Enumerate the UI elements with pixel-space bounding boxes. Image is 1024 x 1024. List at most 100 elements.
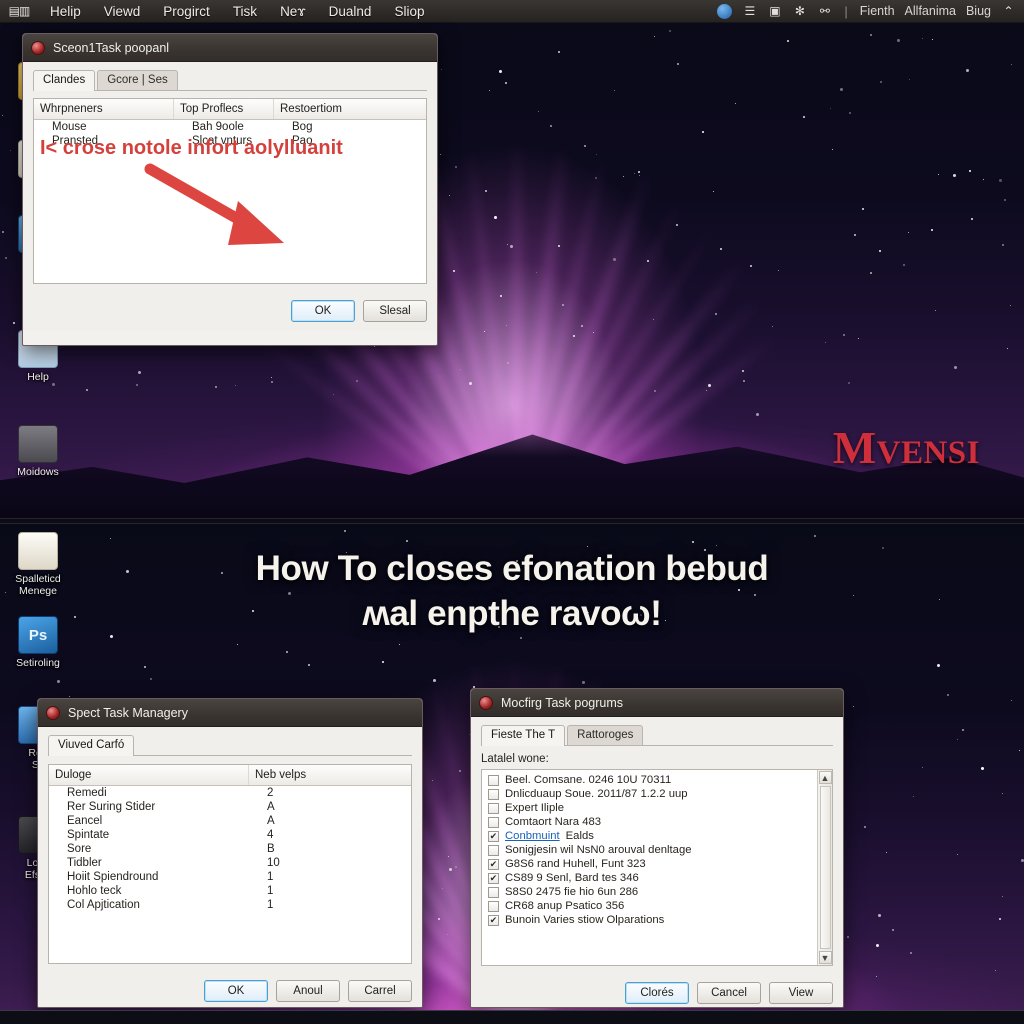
dialog2-titlebar[interactable]: Spect Task Managery [38,699,422,727]
dialog3-titlebar[interactable]: Mocfirg Task pogrums [471,689,843,717]
dialog3-listbox[interactable]: Beel. Comsane. 0246 10U 70311 Dnlicduaup … [481,769,833,966]
tray-text-3[interactable]: Biug [966,4,991,18]
dialog2-button-2[interactable]: Carrel [348,980,412,1002]
list-item[interactable]: Dnlicduaup Soue. 2011/87 1.2.2 uup [482,787,817,801]
list-item-label-10: Bunoin Varies stiow Olparations [505,914,664,926]
checkbox-7[interactable]: ✔ [488,873,499,884]
top-screenshot-panel: ▤▥ Helip Viewd Progirct Tisk Neɤ Dualnd Sliop … [0,0,1024,518]
dialog1-col-1: Top Proflecs [174,99,274,119]
asterisk-icon[interactable]: ✻ [792,4,807,19]
dialog3-list-items[interactable]: Beel. Comsane. 0246 10U 70311 Dnlicduaup … [482,770,817,965]
desktop-icon-label-4: Moidows [2,466,74,478]
menu-item-5[interactable]: Dualnd [329,4,372,19]
list-item[interactable]: Sonigjesin wil NsN0 arouval denltage [482,843,817,857]
checkbox-6[interactable]: ✔ [488,859,499,870]
dialog2-tabs[interactable]: Viuved Carfó [48,735,412,756]
scroll-up-icon[interactable]: ▲ [819,771,832,784]
star [432,780,433,781]
dialog3-tab-1[interactable]: Rattoroges [567,725,643,745]
dialog3-tab-0[interactable]: Fieste The T [481,725,565,746]
dialog1-tab-1[interactable]: Gcore | Ses [97,70,178,90]
box-icon[interactable]: ▣ [767,4,782,19]
dialog3-button-1[interactable]: Cancel [697,982,761,1004]
network-icon[interactable]: ⚯ [817,4,832,19]
dialog2-row-5[interactable]: Tidbler 10 [49,856,411,870]
desktop-icon-4[interactable]: Moidows [2,425,74,478]
chevron-up-icon[interactable]: ⌃ [1001,4,1016,19]
top-menu-bar[interactable]: ▤▥ Helip Viewd Progirct Tisk Neɤ Dualnd Sliop … [0,0,1024,23]
dialog2-button-bar[interactable]: OK Anoul Carrel [38,972,422,1008]
scrollbar-thumb[interactable] [820,786,831,949]
menu-item-2[interactable]: Progirct [163,4,210,19]
dialog2-button-1[interactable]: Anoul [276,980,340,1002]
dialog1-button-bar[interactable]: OK Slesal [23,292,437,331]
dialog2-row-0[interactable]: Remedi 2 [49,786,411,800]
dialog2-row-4[interactable]: Sore B [49,842,411,856]
checkbox-5[interactable] [488,845,499,856]
list-item[interactable]: Expert Iliple [482,801,817,815]
dialog1-tab-0[interactable]: Clandes [33,70,95,91]
dialog-session-task-program[interactable]: Sceon1Task poopanl Clandes Gcore | Ses Wh… [22,33,438,346]
dialog2-tab-0[interactable]: Viuved Carfó [48,735,134,756]
dialog2-row-name-1: Rer Suring Stider [49,800,249,814]
checkbox-4[interactable]: ✔ [488,831,499,842]
star [459,770,461,772]
list-item[interactable]: S8S0 2475 fie hio 6un 286 [482,885,817,899]
checkbox-8[interactable] [488,887,499,898]
dialog2-row-name-4: Sore [49,842,249,856]
checkbox-0[interactable] [488,775,499,786]
menu-item-1[interactable]: Viewd [104,4,141,19]
list-item[interactable]: ✔ Bunoin Varies stiow Olparations [482,913,817,927]
system-logo-icon[interactable]: ▤▥ [4,4,34,18]
dialog-spect-task-managery[interactable]: Spect Task Managery Viuved Carfó Duloge … [37,698,423,1008]
desktop-icon-glyph-4 [18,425,58,463]
dialog2-row-name-5: Tidbler [49,856,249,870]
star [356,380,358,382]
list-icon[interactable]: ☰ [742,4,757,19]
checkbox-9[interactable] [488,901,499,912]
dialog2-row-3[interactable]: Spintate 4 [49,828,411,842]
menu-items[interactable]: Helip Viewd Progirct Tisk Neɤ Dualnd Sliop [50,4,424,19]
dialog2-row-2[interactable]: Eancel A [49,814,411,828]
list-item[interactable]: ✔ CS89 9 Senl, Bard tes 346 [482,871,817,885]
dialog3-scrollbar[interactable]: ▲ ▼ [817,770,832,965]
tray-text-2[interactable]: Allfanima [905,4,956,18]
checkbox-2[interactable] [488,803,499,814]
list-item[interactable]: Comtaort Nara 483 [482,815,817,829]
dialog1-tabs[interactable]: Clandes Gcore | Ses [33,70,427,91]
dialog3-button-2[interactable]: View [769,982,833,1004]
dialog1-button-0[interactable]: OK [291,300,355,322]
menu-item-3[interactable]: Tisk [233,4,257,19]
list-item[interactable]: ✔ Conbmuint Ealds [482,829,817,843]
dialog1-row-0[interactable]: Mouse Bah 9oole Bog [34,120,426,134]
list-item[interactable]: ✔ G8S6 rand Huhell, Funt 323 [482,857,817,871]
menu-item-4[interactable]: Neɤ [280,4,306,19]
red-arrow-annotation-icon [142,161,302,256]
dialog1-button-1[interactable]: Slesal [363,300,427,322]
tray-text-1[interactable]: Fienth [860,4,895,18]
dialog2-row-7[interactable]: Hohlo teck 1 [49,884,411,898]
tutorial-headline: How To closes efonation bebud ʍal enpthe… [0,546,1024,636]
dialog3-button-bar[interactable]: Clorés Cancel View [471,974,843,1008]
dialog2-table-rows[interactable]: Remedi 2 Rer Suring Stider A Eancel A Spintate… [49,786,411,912]
dialog-mocfirg-task-pogrums[interactable]: Mocfirg Task pogrums Fieste The T Rattoro… [470,688,844,1008]
dialog2-button-0[interactable]: OK [204,980,268,1002]
list-item[interactable]: CR68 anup Psatico 356 [482,899,817,913]
dialog2-row-8[interactable]: Col Apjtication 1 [49,898,411,912]
dialog3-tabs[interactable]: Fieste The T Rattoroges [481,725,833,746]
globe-icon[interactable] [717,4,732,19]
dialog2-row-6[interactable]: Hoiit Spiendround 1 [49,870,411,884]
scroll-down-icon[interactable]: ▼ [819,951,832,964]
checkbox-3[interactable] [488,817,499,828]
list-item[interactable]: Beel. Comsane. 0246 10U 70311 [482,773,817,787]
dialog1-annotation-text: I< crose notole infort aolylluanit [40,137,343,160]
system-tray[interactable]: ☰ ▣ ✻ ⚯ | Fienth Allfanima Biug ⌃ [717,4,1024,19]
menu-item-6[interactable]: Sliop [394,4,424,19]
checkbox-10[interactable]: ✔ [488,915,499,926]
menu-item-0[interactable]: Helip [50,4,81,19]
star [966,69,969,72]
dialog1-titlebar[interactable]: Sceon1Task poopanl [23,34,437,62]
dialog2-row-1[interactable]: Rer Suring Stider A [49,800,411,814]
dialog3-button-0[interactable]: Clorés [625,982,689,1004]
checkbox-1[interactable] [488,789,499,800]
